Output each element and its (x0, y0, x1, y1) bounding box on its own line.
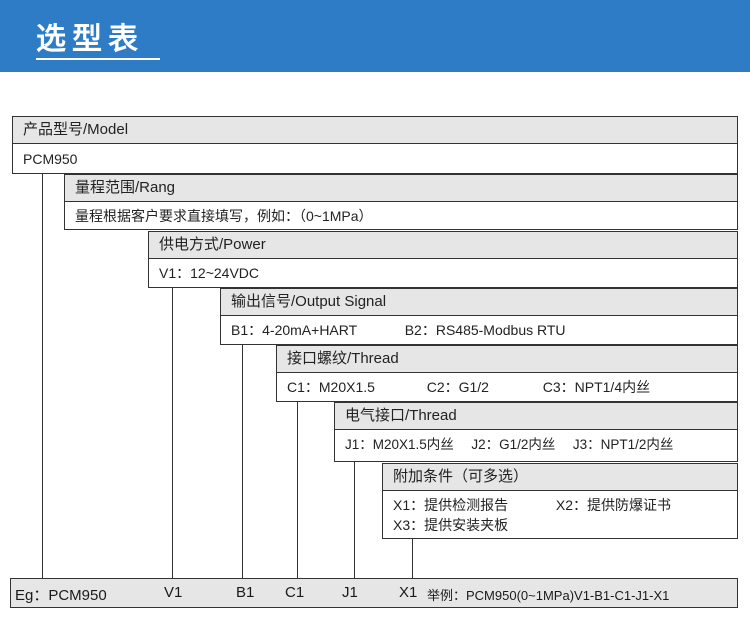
accessory-option-x2: X2：提供防爆证书 (555, 497, 672, 513)
connector-accessory (412, 539, 413, 578)
range-head: 量程范围/Rang (65, 175, 737, 202)
range-box: 量程范围/Rang 量程根据客户要求直接填写，例如：（0~1MPa） (64, 174, 738, 230)
accessory-option-x3: X3：提供安装夹板 (393, 517, 509, 533)
electrical-option-j1: J1：M20X1.5内丝 (345, 437, 454, 452)
example-text: 举例：PCM950(0~1MPa)V1-B1-C1-J1-X1 (427, 588, 670, 603)
connector-model (42, 174, 43, 578)
thread-option-c3: C3：NPT1/4内丝 (542, 379, 651, 395)
thread-head: 接口螺纹/Thread (277, 346, 737, 373)
connector-output (242, 345, 243, 578)
connector-electrical (354, 462, 355, 578)
example-code-b1: B1 (236, 584, 255, 601)
electrical-option-j3: J3：NPT1/2内丝 (572, 437, 674, 452)
power-box: 供电方式/Power V1：12~24VDC (148, 231, 738, 288)
thread-box: 接口螺纹/Thread C1：M20X1.5 C2：G1/2 C3：NPT1/4… (276, 345, 738, 402)
electrical-head: 电气接口/Thread (335, 403, 737, 430)
electrical-box: 电气接口/Thread J1：M20X1.5内丝 J2：G1/2内丝 J3：NP… (334, 402, 738, 462)
electrical-option-j2: J2：G1/2内丝 (471, 437, 556, 452)
accessory-head: 附加条件（可多选） (383, 464, 737, 491)
example-prefix: Eg：PCM950 (15, 587, 107, 604)
connector-thread (297, 402, 298, 578)
example-code-x1: X1 (399, 584, 418, 601)
connector-power (172, 288, 173, 578)
title-underline (36, 58, 160, 60)
power-option-v1: V1：12~24VDC (159, 265, 260, 281)
accessory-box: 附加条件（可多选） X1：提供检测报告 X2：提供防爆证书 X3：提供安装夹板 (382, 463, 738, 539)
model-box: 产品型号/Model PCM950 (12, 116, 738, 174)
output-head: 输出信号/Output Signal (221, 289, 737, 316)
example-code-j1: J1 (342, 584, 358, 601)
output-box: 输出信号/Output Signal B1：4-20mA+HART B2：RS4… (220, 288, 738, 345)
example-code-v1: V1 (164, 584, 183, 601)
output-option-b1: B1：4-20mA+HART (231, 322, 357, 338)
output-option-b2: B2：RS485-Modbus RTU (404, 322, 566, 338)
model-head: 产品型号/Model (13, 117, 737, 144)
page-title: 选型表 (36, 23, 144, 56)
model-value: PCM950 (23, 151, 78, 167)
example-bar: Eg：PCM950 V1 B1 C1 J1 X1 举例：PCM950(0~1MP… (10, 578, 738, 608)
example-code-c1: C1 (285, 584, 305, 601)
range-value: 量程根据客户要求直接填写，例如：（0~1MPa） (75, 208, 373, 224)
thread-option-c2: C2：G1/2 (426, 379, 489, 395)
accessory-option-x1: X1：提供检测报告 (393, 497, 509, 513)
header-banner: 选型表 (0, 0, 750, 72)
power-head: 供电方式/Power (149, 232, 737, 259)
thread-option-c1: C1：M20X1.5 (287, 379, 375, 395)
